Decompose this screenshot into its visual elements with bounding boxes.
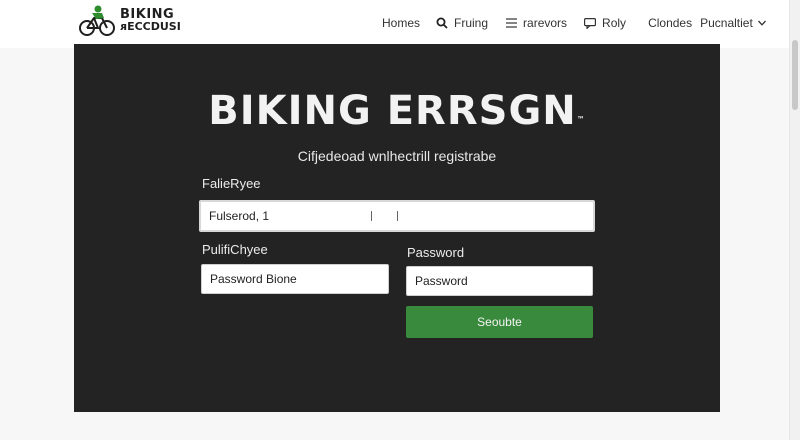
nav-clondes[interactable]: Clondes xyxy=(648,16,692,30)
site-logo[interactable]: BIKING ᴙECCDUSI xyxy=(78,4,181,38)
nav-pucnaltiet[interactable]: Pucnaltiet xyxy=(700,16,772,30)
logo-line2: ᴙECCDUSI xyxy=(120,20,181,33)
brand-title: BIKING ERRSGN™ xyxy=(74,88,720,134)
nav-rarevors-label: rarevors xyxy=(523,16,568,30)
nav-clondes-label: Clondes xyxy=(648,16,693,30)
field2-label: PulifiChyee xyxy=(202,242,268,257)
nav-rarevors[interactable]: rarevors xyxy=(506,16,567,30)
password-input-value: Password xyxy=(415,274,468,288)
password-label: Password xyxy=(407,245,465,260)
main-nav: Homes Fruing rarevors Roly Clondes Pucna… xyxy=(382,16,772,30)
brand-title-text: BIKING ERRSGN xyxy=(208,88,577,134)
secondary-input[interactable]: Password Bione xyxy=(201,264,389,294)
search-icon xyxy=(436,17,448,29)
nav-pucnaltiet-label: Pucnaltiet xyxy=(700,16,753,30)
name-input[interactable]: Fulserod, 1 xyxy=(199,200,595,232)
panel-subtitle: Cifjedeoad wnlhectrill registrabe xyxy=(297,148,497,164)
nav-homes[interactable]: Homes xyxy=(382,16,420,30)
secondary-input-value: Password Bione xyxy=(210,272,297,286)
chat-icon xyxy=(584,17,597,29)
nav-fruing[interactable]: Fruing xyxy=(436,16,488,30)
text-cursor xyxy=(371,211,372,221)
text-cursor xyxy=(397,211,398,221)
list-icon xyxy=(506,18,518,28)
scrollbar-thumb[interactable] xyxy=(792,40,798,110)
nav-homes-label: Homes xyxy=(382,16,421,30)
submit-button-label: Seoubte xyxy=(477,315,522,329)
password-input[interactable]: Password xyxy=(406,266,593,296)
field1-label: FalieRyee xyxy=(202,176,261,191)
nav-roly-label: Roly xyxy=(602,16,627,30)
page-scrollbar[interactable] xyxy=(789,0,800,440)
registration-panel: BIKING ERRSGN™ Cifjedeoad wnlhectrill re… xyxy=(74,44,720,412)
submit-button[interactable]: Seoubte xyxy=(406,306,593,338)
nav-fruing-label: Fruing xyxy=(454,16,489,30)
chevron-down-icon xyxy=(757,20,766,26)
nav-roly[interactable]: Roly xyxy=(584,16,626,30)
cyclist-icon xyxy=(79,5,115,36)
trademark-mark: ™ xyxy=(576,115,586,124)
logo-text: BIKING ᴙECCDUSI xyxy=(120,8,181,33)
top-navbar: BIKING ᴙECCDUSI Homes Fruing rarevors Ro… xyxy=(0,0,790,48)
name-input-value: Fulserod, 1 xyxy=(209,209,270,223)
page: BIKING ᴙECCDUSI Homes Fruing rarevors Ro… xyxy=(0,0,800,440)
